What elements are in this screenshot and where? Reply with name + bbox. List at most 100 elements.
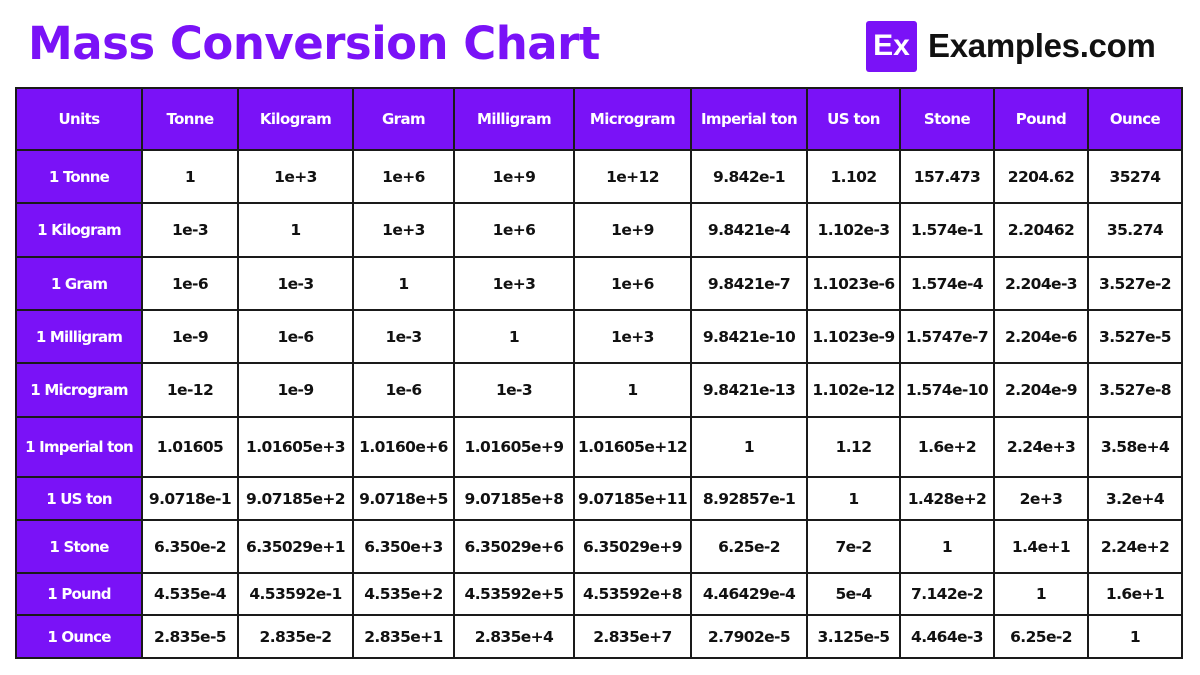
table-cell: 1e-6 (237, 309, 354, 364)
table-cell: 6.350e+3 (352, 519, 455, 574)
table-cell: 9.8421e-10 (690, 309, 808, 364)
table-cell: 2.835e+7 (573, 614, 692, 659)
table-cell: 4.535e-4 (141, 572, 239, 616)
table-cell: 1e+3 (352, 202, 455, 258)
table-cell: 1e+3 (573, 309, 692, 364)
table-cell: 2.835e-5 (141, 614, 239, 659)
table-row: 1 Microgram 1e-12 1e-9 1e-6 1e-3 1 9.8421e-13 1… (15, 362, 1183, 418)
table-cell: 7.142e-2 (899, 572, 995, 616)
table-cell: 1e+3 (453, 256, 575, 311)
table-cell: 1e+12 (573, 149, 692, 204)
table-cell: 9.8421e-7 (690, 256, 808, 311)
table-cell: 2.20462 (993, 202, 1089, 258)
table-cell: 9.0718e+5 (352, 476, 455, 521)
row-header: 1 Stone (15, 519, 143, 574)
table-cell: 2.835e+4 (453, 614, 575, 659)
table-cell: 1.6e+1 (1087, 572, 1183, 616)
table-row: 1 Tonne 1 1e+3 1e+6 1e+9 1e+12 9.842e-1 1.102 15… (15, 149, 1183, 204)
table-cell: 3.125e-5 (806, 614, 901, 659)
table-cell: 1.0160e+6 (352, 416, 455, 478)
row-header: 1 Milligram (15, 309, 143, 364)
table-cell: 2.7902e-5 (690, 614, 808, 659)
table-cell: 6.25e-2 (993, 614, 1089, 659)
header-row: Units Tonne Kilogram Gram Milligram Microgra… (15, 87, 1183, 151)
table-cell: 3.58e+4 (1087, 416, 1183, 478)
table-cell: 1e-3 (453, 362, 575, 418)
table-cell: 9.07185e+2 (237, 476, 354, 521)
table-cell: 9.842e-1 (690, 149, 808, 204)
column-header: Microgram (573, 87, 692, 151)
table-row: 1 Stone 6.350e-2 6.35029e+1 6.350e+3 6.35029… (15, 519, 1183, 574)
table-cell: 1.102e-3 (806, 202, 901, 258)
table-cell: 1 (899, 519, 995, 574)
table-cell: 2204.62 (993, 149, 1089, 204)
row-header: 1 Microgram (15, 362, 143, 418)
table-cell: 1e+3 (237, 149, 354, 204)
table-cell: 1e-9 (141, 309, 239, 364)
table-cell: 3.527e-8 (1087, 362, 1183, 418)
table-cell: 2.204e-6 (993, 309, 1089, 364)
table-cell: 9.07185e+11 (573, 476, 692, 521)
table-cell: 1.428e+2 (899, 476, 995, 521)
table-cell: 4.53592e-1 (237, 572, 354, 616)
table-cell: 4.53592e+5 (453, 572, 575, 616)
table-cell: 1 (453, 309, 575, 364)
table-cell: 4.464e-3 (899, 614, 995, 659)
brand: Ex Examples.com (866, 20, 1156, 72)
table-cell: 6.35029e+6 (453, 519, 575, 574)
table-cell: 9.8421e-13 (690, 362, 808, 418)
table-cell: 1e+6 (352, 149, 455, 204)
table-cell: 1.102e-12 (806, 362, 901, 418)
table-cell: 1.01605e+9 (453, 416, 575, 478)
table-cell: 1 (806, 476, 901, 521)
table-cell: 1e-9 (237, 362, 354, 418)
row-header: 1 Tonne (15, 149, 143, 204)
table-cell: 1e-6 (352, 362, 455, 418)
table-cell: 1e+9 (453, 149, 575, 204)
table-row: 1 Kilogram 1e-3 1 1e+3 1e+6 1e+9 9.8421e-4 1.10… (15, 202, 1183, 258)
table-cell: 2.835e-2 (237, 614, 354, 659)
table-row: 1 Milligram 1e-9 1e-6 1e-3 1 1e+3 9.8421e-10 1.… (15, 309, 1183, 364)
table-cell: 1.1023e-6 (806, 256, 901, 311)
table-cell: 2e+3 (993, 476, 1089, 521)
table-cell: 4.46429e-4 (690, 572, 808, 616)
table-cell: 1.4e+1 (993, 519, 1089, 574)
row-header: 1 US ton (15, 476, 143, 521)
table-cell: 1 (141, 149, 239, 204)
table-cell: 1.01605e+3 (237, 416, 354, 478)
brand-logo-icon: Ex (866, 20, 917, 72)
table-cell: 1.01605e+12 (573, 416, 692, 478)
table-cell: 1.574e-1 (899, 202, 995, 258)
row-header: 1 Kilogram (15, 202, 143, 258)
conversion-table: Units Tonne Kilogram Gram Milligram Microgra… (15, 87, 1183, 659)
table-cell: 6.25e-2 (690, 519, 808, 574)
table-cell: 2.24e+3 (993, 416, 1089, 478)
table-cell: 3.527e-2 (1087, 256, 1183, 311)
table-cell: 1 (690, 416, 808, 478)
table-row: 1 Gram 1e-6 1e-3 1 1e+3 1e+6 9.8421e-7 1.1023e-… (15, 256, 1183, 311)
table-cell: 2.204e-9 (993, 362, 1089, 418)
table-cell: 1.01605 (141, 416, 239, 478)
table-cell: 35.274 (1087, 202, 1183, 258)
table-cell: 1e-3 (141, 202, 239, 258)
table-cell: 1.12 (806, 416, 901, 478)
table-cell: 9.8421e-4 (690, 202, 808, 258)
table-cell: 6.35029e+9 (573, 519, 692, 574)
table-cell: 7e-2 (806, 519, 901, 574)
table-cell: 1.5747e-7 (899, 309, 995, 364)
table-cell: 1 (573, 362, 692, 418)
table-cell: 1e-12 (141, 362, 239, 418)
table-cell: 157.473 (899, 149, 995, 204)
table-cell: 4.53592e+8 (573, 572, 692, 616)
table-cell: 2.24e+2 (1087, 519, 1183, 574)
table-row: 1 Imperial ton 1.01605 1.01605e+3 1.0160e+6… (15, 416, 1183, 478)
table-cell: 9.07185e+8 (453, 476, 575, 521)
column-header: US ton (806, 87, 901, 151)
column-header: Stone (899, 87, 995, 151)
row-header: 1 Gram (15, 256, 143, 311)
table-cell: 1e-6 (141, 256, 239, 311)
table-cell: 1e-3 (352, 309, 455, 364)
table-cell: 1.102 (806, 149, 901, 204)
table-cell: 1 (1087, 614, 1183, 659)
table-cell: 9.0718e-1 (141, 476, 239, 521)
